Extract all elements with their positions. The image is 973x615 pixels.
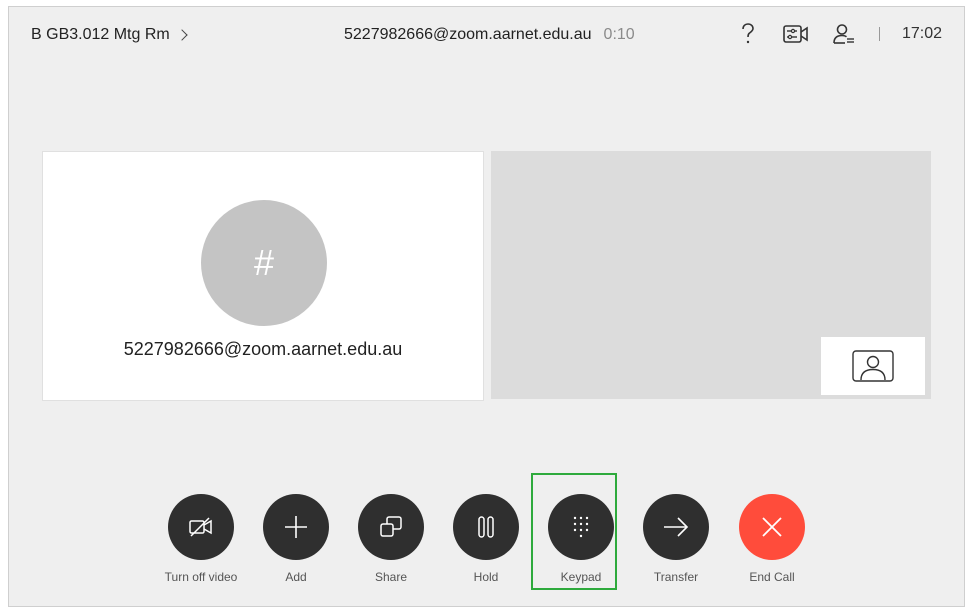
- participants-icon[interactable]: [831, 21, 857, 47]
- participant-name: 5227982666@zoom.aarnet.edu.au: [123, 339, 403, 359]
- share-button[interactable]: Share: [351, 494, 431, 584]
- end-call-button[interactable]: End Call: [732, 494, 812, 584]
- add-button[interactable]: Add: [256, 494, 336, 584]
- self-view[interactable]: [821, 337, 925, 395]
- hold-button[interactable]: Hold: [446, 494, 526, 584]
- arrow-right-icon: [643, 494, 709, 560]
- top-bar: B GB3.012 Mtg Rm 5227982666@zoom.aarnet.…: [9, 7, 964, 63]
- person-icon: [852, 350, 894, 382]
- close-icon: [739, 494, 805, 560]
- keypad-highlight-box: [531, 473, 617, 590]
- share-icon: [358, 494, 424, 560]
- call-screen: B GB3.012 Mtg Rm 5227982666@zoom.aarnet.…: [8, 6, 965, 607]
- call-info: 5227982666@zoom.aarnet.edu.au 0:10: [344, 26, 635, 44]
- top-right-controls: 17:02: [735, 21, 942, 47]
- help-icon[interactable]: [735, 21, 761, 47]
- chevron-right-icon: [176, 29, 188, 41]
- button-label: Turn off video: [164, 570, 238, 584]
- pause-icon: [453, 494, 519, 560]
- button-label: Transfer: [653, 570, 699, 584]
- camera-settings-icon[interactable]: [783, 21, 809, 47]
- button-label: Add: [285, 570, 307, 584]
- remote-participant-tile: # 5227982666@zoom.aarnet.edu.au: [42, 151, 484, 401]
- video-off-icon: [168, 494, 234, 560]
- clock: 17:02: [901, 25, 942, 42]
- turn-off-video-button[interactable]: Turn off video: [161, 494, 241, 584]
- divider: [878, 27, 880, 41]
- room-name-button[interactable]: B GB3.012 Mtg Rm: [31, 26, 188, 44]
- call-address: 5227982666@zoom.aarnet.edu.au: [344, 26, 592, 43]
- video-tile: [491, 151, 931, 399]
- call-duration: 0:10: [603, 26, 635, 43]
- avatar: #: [201, 200, 327, 326]
- button-label: End Call: [749, 570, 795, 584]
- room-name: B GB3.012 Mtg Rm: [31, 26, 170, 43]
- plus-icon: [263, 494, 329, 560]
- button-label: Hold: [473, 570, 499, 584]
- transfer-button[interactable]: Transfer: [636, 494, 716, 584]
- button-label: Share: [374, 570, 408, 584]
